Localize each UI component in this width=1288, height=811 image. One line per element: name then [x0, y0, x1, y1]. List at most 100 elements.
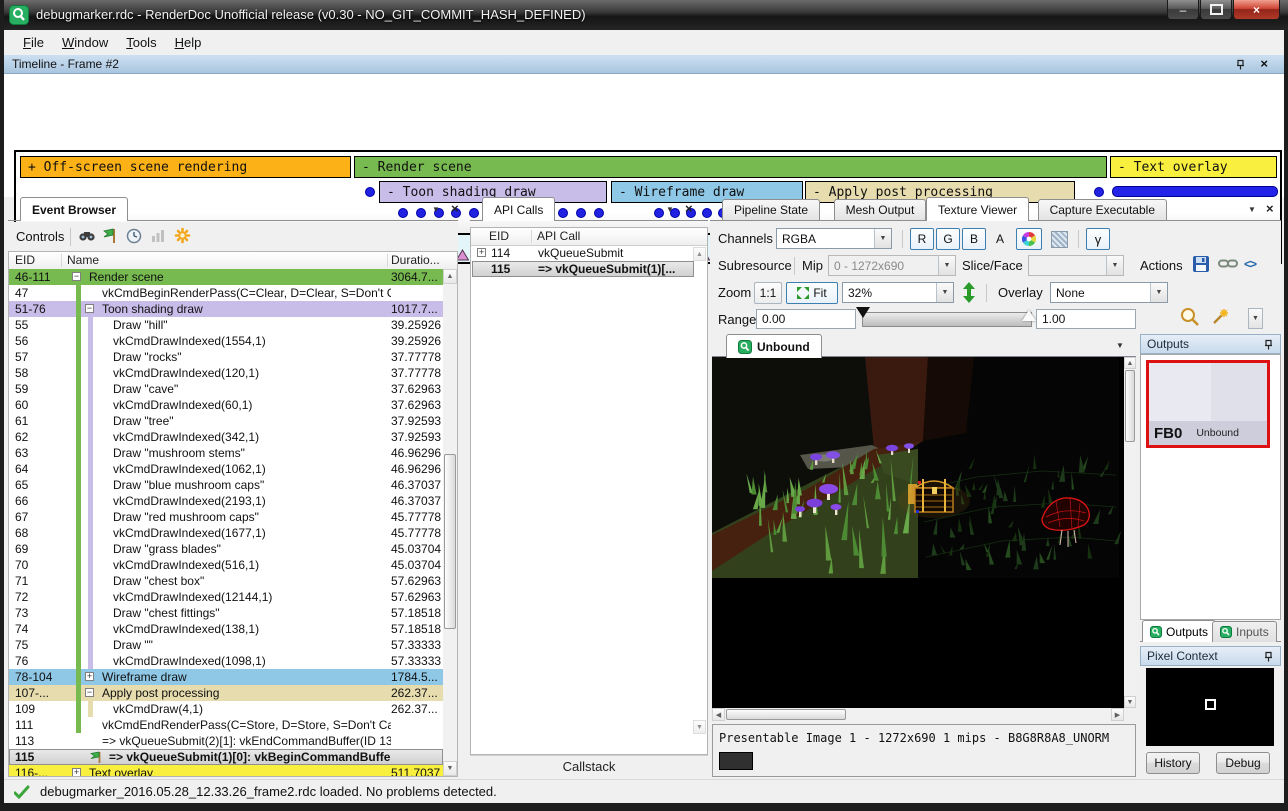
event-row[interactable]: 73Draw "chest fittings"57.18518 — [9, 605, 443, 621]
zoom-fit-button[interactable]: Fit — [786, 282, 838, 304]
event-row[interactable]: 51-76−Toon shading draw1017.7... — [9, 301, 443, 317]
custom-star-icon[interactable] — [174, 227, 191, 244]
event-row[interactable]: 68vkCmdDrawIndexed(1677,1)45.77778 — [9, 525, 443, 541]
time-draws-clock-icon[interactable] — [126, 228, 142, 244]
range-black-handle[interactable] — [856, 307, 870, 318]
texture-canvas[interactable] — [712, 357, 1124, 708]
alpha-checker-button[interactable] — [1046, 228, 1072, 250]
statistics-chart-icon[interactable] — [150, 228, 166, 244]
timeline-event-dot[interactable] — [1094, 187, 1104, 197]
menu-item-window[interactable]: Window — [53, 32, 117, 53]
event-row[interactable]: 75Draw ""57.33333 — [9, 637, 443, 653]
scroll-right-icon[interactable]: ▶ — [1111, 708, 1124, 721]
api-scroll-down-icon[interactable]: ▼ — [693, 720, 706, 734]
channels-select[interactable]: RGBA▼ — [776, 228, 892, 249]
tab-pipeline-state[interactable]: Pipeline State — [722, 199, 820, 220]
find-event-icon[interactable] — [78, 228, 96, 244]
timeline-close-icon[interactable]: × — [1260, 56, 1268, 71]
collapse-icon[interactable]: − — [72, 272, 81, 281]
scrollbar-thumb[interactable] — [444, 454, 456, 629]
tab-event-browser[interactable]: Event Browser — [20, 197, 128, 221]
output-thumbnail-fb0[interactable]: FB0 Unbound — [1146, 360, 1270, 448]
texture-viewer-close-icon[interactable]: × — [1266, 201, 1274, 216]
event-browser-header[interactable]: EID Name Duratio... — [9, 252, 457, 270]
scrollbar-thumb[interactable] — [726, 709, 846, 720]
api-scroll-up-icon[interactable]: ▲ — [693, 247, 706, 261]
event-row[interactable]: 60vkCmdDrawIndexed(60,1)37.62963 — [9, 397, 443, 413]
menu-item-file[interactable]: File — [14, 32, 53, 53]
tab-capture-executable[interactable]: Capture Executable — [1038, 199, 1167, 220]
range-autofit-magnifier-icon[interactable] — [1180, 307, 1200, 327]
range-min-input[interactable]: 0.00 — [756, 309, 856, 329]
event-row[interactable]: 115=> vkQueueSubmit(1)[0]: vkBeginComman… — [9, 749, 443, 765]
scroll-down-icon[interactable]: ▼ — [443, 761, 457, 776]
channel-blue-toggle[interactable]: B — [962, 228, 986, 250]
event-row[interactable]: 56vkCmdDrawIndexed(1554,1)39.25926 — [9, 333, 443, 349]
event-row[interactable]: 74vkCmdDrawIndexed(138,1)57.18518 — [9, 621, 443, 637]
api-calls-close-icon[interactable]: × — [685, 201, 693, 216]
event-row[interactable]: 66vkCmdDrawIndexed(2193,1)46.37037 — [9, 493, 443, 509]
event-row[interactable]: 71Draw "chest box"57.62963 — [9, 573, 443, 589]
range-options-mini-combo[interactable]: ▼ — [1248, 308, 1263, 329]
event-row[interactable]: 72vkCmdDrawIndexed(12144,1)57.62963 — [9, 589, 443, 605]
scrollbar-thumb[interactable] — [1125, 370, 1135, 442]
event-row[interactable]: 67Draw "red mushroom caps"45.77778 — [9, 509, 443, 525]
pin-icon[interactable] — [1235, 59, 1246, 71]
link-icon[interactable] — [1218, 256, 1238, 271]
api-call-row[interactable]: 115=> vkQueueSubmit(1)[... — [472, 261, 694, 277]
event-browser-close-icon[interactable]: × — [451, 201, 459, 216]
tab-api-calls[interactable]: API Calls — [482, 197, 555, 221]
timeline-panel-header[interactable]: Timeline - Frame #2 × — [4, 55, 1284, 74]
channel-red-toggle[interactable]: R — [910, 228, 934, 250]
event-row[interactable]: 70vkCmdDrawIndexed(516,1)45.03704 — [9, 557, 443, 573]
event-row[interactable]: 64vkCmdDrawIndexed(1062,1)46.96296 — [9, 461, 443, 477]
collapse-icon[interactable]: − — [85, 688, 94, 697]
event-row[interactable]: 63Draw "mushroom stems"46.96296 — [9, 445, 443, 461]
timeline-event-dot[interactable] — [365, 187, 375, 197]
event-row[interactable]: 111vkCmdEndRenderPass(C=Store, D=Store, … — [9, 717, 443, 733]
range-white-handle[interactable] — [1022, 310, 1036, 321]
tab-unbound-texture[interactable]: Unbound — [726, 334, 822, 358]
tab-texture-viewer[interactable]: Texture Viewer — [926, 197, 1029, 221]
event-row[interactable]: 57Draw "rocks"37.77778 — [9, 349, 443, 365]
event-row[interactable]: 107-...−Apply post processing262.37... — [9, 685, 443, 701]
mip-select[interactable]: 0 - 1272x690▼ — [828, 255, 956, 276]
debug-button[interactable]: Debug — [1216, 752, 1270, 774]
tab-inputs[interactable]: Inputs — [1212, 621, 1277, 642]
expand-icon[interactable]: + — [72, 768, 81, 777]
channel-alpha-toggle[interactable]: A — [988, 228, 1012, 250]
collapse-icon[interactable]: − — [85, 304, 94, 313]
tab-mesh-output[interactable]: Mesh Output — [834, 199, 927, 220]
range-wand-icon[interactable] — [1210, 307, 1230, 327]
event-row[interactable]: 47vkCmdBeginRenderPass(C=Clear, D=Clear,… — [9, 285, 443, 301]
expand-icon[interactable]: + — [477, 248, 486, 257]
scroll-up-icon[interactable]: ▲ — [443, 269, 457, 284]
api-call-row[interactable]: +114vkQueueSubmit — [472, 245, 694, 261]
pin-icon[interactable] — [1263, 339, 1274, 351]
pin-icon[interactable] — [1263, 651, 1274, 663]
event-row[interactable]: 62vkCmdDrawIndexed(342,1)37.92593 — [9, 429, 443, 445]
event-row[interactable]: 65Draw "blue mushroom caps"46.37037 — [9, 477, 443, 493]
menu-item-help[interactable]: Help — [166, 32, 211, 53]
slice-face-select[interactable]: ▼ — [1028, 255, 1124, 276]
event-row[interactable]: 55Draw "hill"39.25926 — [9, 317, 443, 333]
timeline-marker-bar[interactable]: + Off-screen scene rendering — [20, 156, 351, 178]
timeline-draws-pill[interactable] — [1112, 186, 1278, 197]
event-row[interactable]: 69Draw "grass blades"45.03704 — [9, 541, 443, 557]
api-calls-header[interactable]: EID API Call — [471, 228, 707, 246]
event-row[interactable]: 113=> vkQueueSubmit(2)[1]: vkEndCommandB… — [9, 733, 443, 749]
range-max-input[interactable]: 1.00 — [1036, 309, 1136, 329]
event-row[interactable]: 109vkCmdDraw(4,1)262.37... — [9, 701, 443, 717]
gamma-toggle[interactable]: γ — [1086, 228, 1110, 250]
save-icon[interactable] — [1192, 255, 1210, 273]
tab-outputs[interactable]: Outputs — [1142, 620, 1216, 642]
zoom-1to1-button[interactable]: 1:1 — [754, 282, 782, 304]
event-browser-scrollbar[interactable]: ▲ ▼ — [443, 269, 457, 776]
maximize-button[interactable] — [1200, 0, 1232, 20]
channel-green-toggle[interactable]: G — [936, 228, 960, 250]
close-button[interactable]: × — [1233, 0, 1280, 20]
texture-vscrollbar[interactable]: ▲ ▼ — [1124, 357, 1136, 708]
timeline-marker-bar[interactable]: - Text overlay — [1110, 156, 1277, 178]
event-row[interactable]: 116-...+Text overlay511.7037 — [9, 765, 443, 777]
flip-vertical-icon[interactable] — [962, 282, 976, 303]
